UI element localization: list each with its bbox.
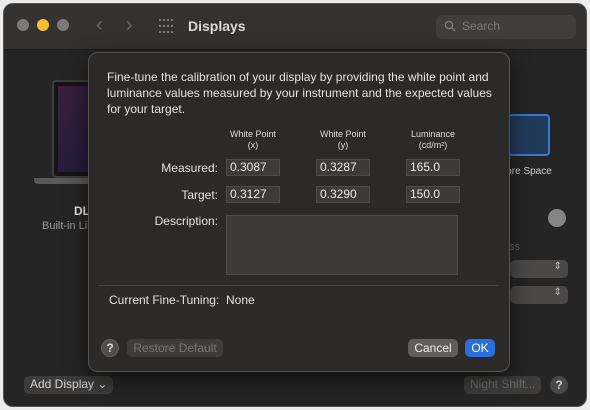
background-section-label: ss xyxy=(509,241,520,253)
fine-tune-calibration-sheet: Fine-tune the calibration of your displa… xyxy=(88,52,510,372)
title-bar: ‹ › Displays Search xyxy=(4,4,586,50)
current-fine-tuning-label: Current Fine-Tuning: xyxy=(109,293,220,307)
night-shift-button[interactable]: Night Shift... xyxy=(464,376,542,394)
minimize-window-button[interactable] xyxy=(37,19,49,31)
column-header-line: Luminance xyxy=(410,129,456,139)
search-icon xyxy=(444,20,456,32)
column-header-luminance: Luminance (cd/m²) xyxy=(398,129,468,151)
show-all-grid-icon[interactable] xyxy=(159,19,175,35)
more-space-label: lore Space xyxy=(504,166,552,177)
target-luminance-field[interactable]: 150.0 xyxy=(406,186,460,203)
color-profile-popup[interactable]: ⇕ xyxy=(510,286,568,304)
ok-button[interactable]: OK xyxy=(465,339,495,357)
current-fine-tuning-value: None xyxy=(226,293,255,307)
window-title: Displays xyxy=(188,18,246,34)
measured-luminance-field[interactable]: 165.0 xyxy=(406,159,460,176)
description-text-area[interactable] xyxy=(226,215,458,275)
system-preferences-window: ‹ › Displays Search DL Built-in Li lore … xyxy=(3,3,587,407)
column-header-unit: (y) xyxy=(337,140,349,150)
sheet-divider xyxy=(99,285,499,286)
close-window-button[interactable] xyxy=(17,19,29,31)
search-field[interactable]: Search xyxy=(436,15,576,39)
forward-icon[interactable]: › xyxy=(126,15,133,35)
cancel-button[interactable]: Cancel xyxy=(408,339,458,357)
updown-chevron-icon: ⇕ xyxy=(553,287,562,298)
add-display-button[interactable]: Add Display ⌄ xyxy=(24,376,114,394)
back-icon[interactable]: ‹ xyxy=(96,15,103,35)
column-header-unit: (x) xyxy=(247,140,259,150)
column-header-white-point-y: White Point (y) xyxy=(308,129,378,151)
target-white-point-x-field[interactable]: 0.3127 xyxy=(226,186,280,203)
sheet-intro-text: Fine-tune the calibration of your displa… xyxy=(107,70,492,116)
measured-white-point-y-field[interactable]: 0.3287 xyxy=(316,159,370,176)
more-space-thumbnail[interactable] xyxy=(508,114,550,156)
column-header-unit: (cd/m²) xyxy=(418,140,448,150)
background-help-button[interactable]: ? xyxy=(550,376,568,394)
brightness-slider-knob[interactable] xyxy=(548,209,566,227)
chevron-down-icon: ⌄ xyxy=(97,377,108,391)
display-subtitle: Built-in Li xyxy=(42,220,88,232)
zoom-window-button[interactable] xyxy=(57,19,69,31)
measured-white-point-x-field[interactable]: 0.3087 xyxy=(226,159,280,176)
updown-chevron-icon: ⇕ xyxy=(553,261,562,272)
target-white-point-y-field[interactable]: 0.3290 xyxy=(316,186,370,203)
column-header-line: White Point xyxy=(229,129,277,139)
restore-default-button[interactable]: Restore Default xyxy=(127,339,223,357)
measured-label: Measured: xyxy=(161,161,218,175)
help-button[interactable]: ? xyxy=(101,339,119,357)
search-placeholder: Search xyxy=(462,19,501,33)
column-header-line: White Point xyxy=(319,129,367,139)
target-label: Target: xyxy=(181,188,218,202)
refresh-rate-popup[interactable]: ⇕ xyxy=(510,260,568,278)
description-label: Description: xyxy=(154,214,218,228)
column-header-white-point-x: White Point (x) xyxy=(218,129,288,151)
add-display-label: Add Display xyxy=(30,377,95,391)
night-shift-label: Night Shift... xyxy=(470,377,536,391)
